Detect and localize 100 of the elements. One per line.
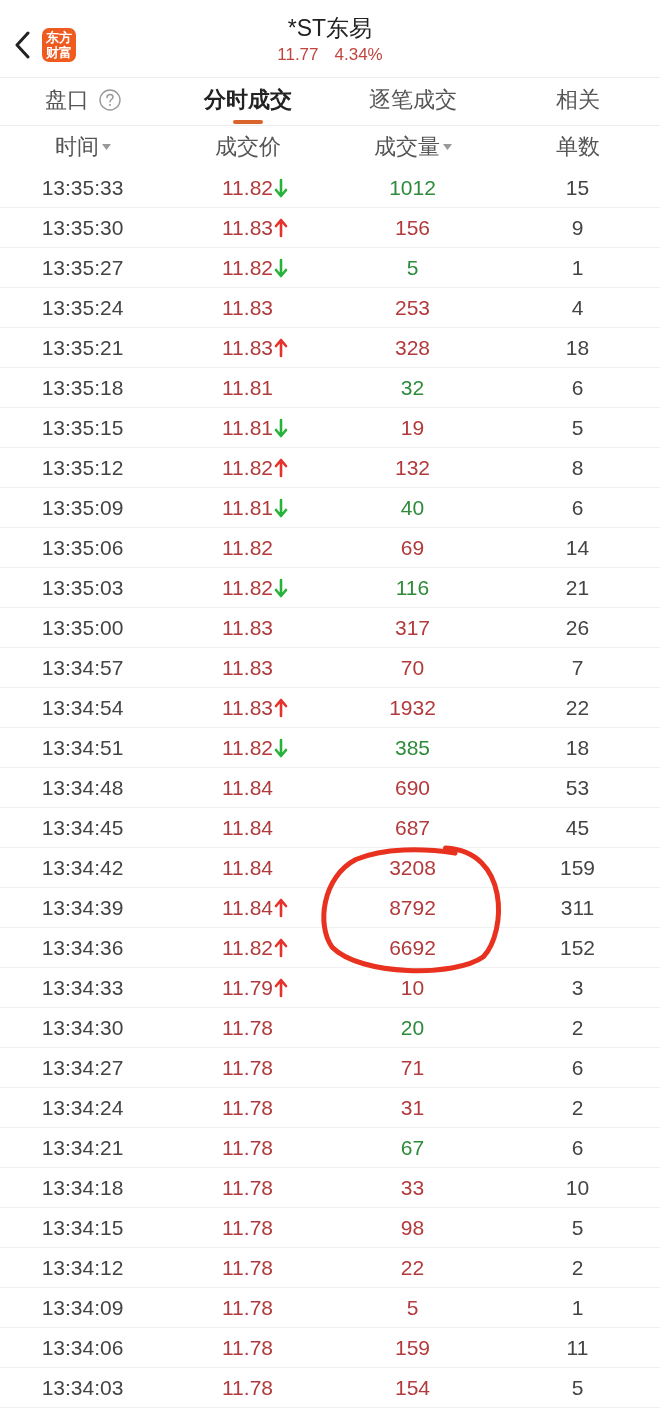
trade-volume: 31 [400, 1095, 425, 1120]
trade-time: 13:34:03 [41, 1375, 124, 1400]
trade-count: 159 [559, 855, 595, 880]
trade-volume: 22 [400, 1255, 425, 1280]
tab[interactable]: 逐笔成交 [368, 78, 457, 125]
trade-count: 5 [571, 1375, 584, 1400]
trade-time: 13:34:33 [41, 975, 124, 1000]
trade-price: 11.78 [222, 1015, 273, 1040]
trade-price: 11.84 [222, 815, 273, 840]
trade-time: 13:34:36 [41, 935, 124, 960]
trade-price: 11.83 [222, 215, 273, 240]
trade-volume: 1012 [389, 175, 436, 200]
trade-volume: 253 [394, 295, 430, 320]
trade-time: 13:35:15 [41, 415, 124, 440]
trade-count: 6 [571, 1055, 584, 1080]
trade-time: 13:34:06 [41, 1335, 124, 1360]
trade-price: 11.78 [222, 1295, 273, 1320]
trade-volume: 328 [394, 335, 430, 360]
trade-price: 11.82 [222, 255, 273, 280]
trade-time: 13:35:12 [41, 455, 124, 480]
trade-time: 13:34:45 [41, 815, 124, 840]
trade-count: 26 [565, 615, 590, 640]
trade-volume: 32 [400, 375, 425, 400]
trade-volume: 1932 [389, 695, 436, 720]
trade-price: 11.83 [222, 695, 273, 720]
trade-time: 13:34:51 [41, 735, 124, 760]
trade-volume: 71 [400, 1055, 425, 1080]
trade-volume: 5 [406, 255, 419, 280]
trade-time: 13:34:30 [41, 1015, 124, 1040]
trade-price: 11.82 [222, 575, 273, 600]
quote-change: 4.34% [334, 45, 383, 65]
sort-caret-icon[interactable] [101, 144, 111, 150]
trade-count: 53 [565, 775, 590, 800]
trade-volume: 317 [394, 615, 430, 640]
trade-volume: 154 [394, 1375, 430, 1400]
trade-count: 14 [565, 535, 590, 560]
trade-volume: 5 [406, 1295, 419, 1320]
trade-price: 11.78 [222, 1215, 273, 1240]
trade-price: 11.82 [222, 935, 273, 960]
trade-price: 11.78 [222, 1095, 273, 1120]
trade-time: 13:35:21 [41, 335, 124, 360]
trade-time: 13:34:54 [41, 695, 124, 720]
sort-caret-icon[interactable] [442, 144, 452, 150]
trade-time: 13:35:03 [41, 575, 124, 600]
trade-count: 3 [571, 975, 584, 1000]
trade-count: 6 [571, 495, 584, 520]
quote-price: 11.77 [277, 45, 319, 65]
trade-time: 13:34:27 [41, 1055, 124, 1080]
trade-price: 11.84 [222, 775, 273, 800]
trade-time: 13:35:30 [41, 215, 124, 240]
trade-price: 11.81 [222, 415, 273, 440]
trade-time: 13:35:18 [41, 375, 124, 400]
trade-count: 1 [571, 255, 584, 280]
tab[interactable]: 分时成交 [203, 78, 292, 125]
tab[interactable]: 盘口 [44, 78, 121, 125]
trade-time: 13:35:09 [41, 495, 124, 520]
trade-price: 11.82 [222, 455, 273, 480]
trade-count: 2 [571, 1095, 584, 1120]
trade-price: 11.81 [222, 375, 273, 400]
trade-time: 13:34:42 [41, 855, 124, 880]
trade-time: 13:34:18 [41, 1175, 124, 1200]
trade-price: 11.78 [222, 1055, 273, 1080]
tab[interactable]: 相关 [555, 78, 600, 125]
trade-count: 2 [571, 1255, 584, 1280]
trade-volume: 156 [394, 215, 430, 240]
trade-time: 13:34:15 [41, 1215, 124, 1240]
trade-time: 13:35:27 [41, 255, 124, 280]
trade-volume: 687 [394, 815, 430, 840]
trade-volume: 385 [394, 735, 430, 760]
app-logo: 东方财富 [42, 27, 76, 62]
trade-count: 311 [560, 895, 595, 920]
help-icon[interactable] [98, 89, 121, 111]
trade-count: 5 [571, 415, 584, 440]
trade-volume: 116 [395, 575, 430, 600]
trade-count: 11 [566, 1335, 589, 1360]
trade-price: 11.78 [222, 1255, 273, 1280]
trade-count: 21 [565, 575, 590, 600]
trade-price: 11.83 [222, 335, 273, 360]
trade-price: 11.83 [222, 615, 273, 640]
trade-price: 11.78 [222, 1175, 273, 1200]
trade-time: 13:35:24 [41, 295, 124, 320]
trade-volume: 67 [400, 1135, 425, 1160]
trade-volume: 20 [400, 1015, 425, 1040]
trade-price: 11.83 [222, 295, 273, 320]
trade-volume: 159 [394, 1335, 430, 1360]
trade-volume: 6692 [389, 935, 436, 960]
column-header[interactable]: 时间 [54, 134, 99, 160]
trade-price: 11.82 [222, 735, 273, 760]
back-icon[interactable] [14, 30, 30, 59]
trade-count: 2 [571, 1015, 584, 1040]
trade-price: 11.83 [222, 655, 273, 680]
trade-count: 18 [565, 335, 590, 360]
trade-time: 13:34:57 [41, 655, 124, 680]
trade-count: 5 [571, 1215, 584, 1240]
trade-price: 11.82 [222, 535, 273, 560]
trade-time: 13:34:12 [41, 1255, 124, 1280]
trade-volume: 70 [400, 655, 425, 680]
column-header[interactable]: 成交量 [373, 134, 440, 160]
trade-time: 13:34:21 [41, 1135, 124, 1160]
trade-volume: 40 [400, 495, 425, 520]
